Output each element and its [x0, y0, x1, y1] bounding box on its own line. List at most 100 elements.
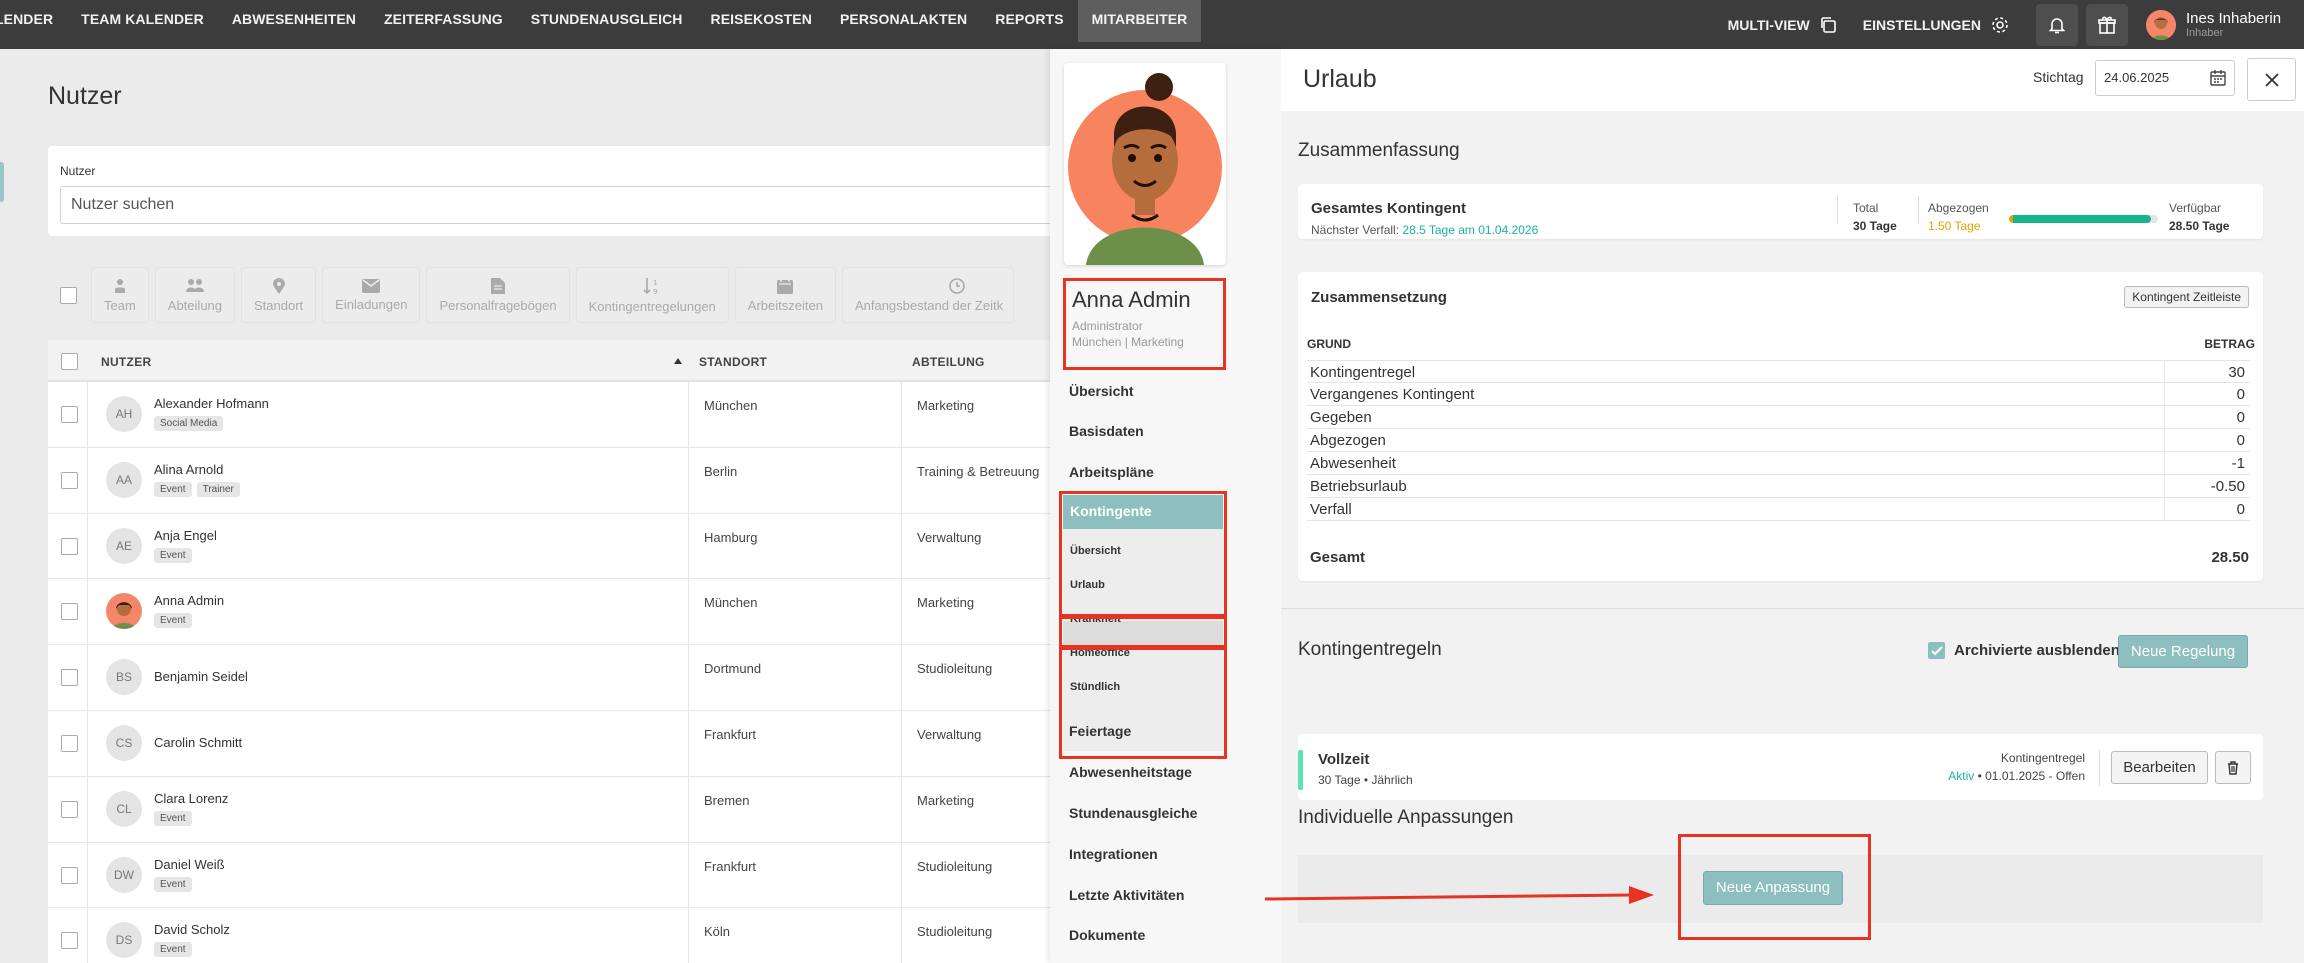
user-name[interactable]: Alexander Hofmann	[154, 396, 269, 411]
menu-uebersicht[interactable]: Übersicht	[1069, 383, 1134, 399]
table-row[interactable]: CS Carolin Schmitt Frankfurt Verwaltung	[48, 710, 1058, 777]
row-checkbox[interactable]	[61, 406, 78, 423]
menu-letzte-aktivitaeten[interactable]: Letzte Aktivitäten	[1069, 887, 1184, 903]
archivierte-label[interactable]: Archivierte ausblenden	[1954, 642, 2120, 659]
filter-einladungen-label: Einladungen	[335, 296, 408, 312]
select-all-checkbox[interactable]	[60, 286, 77, 304]
kontingent-zeitleiste-button[interactable]: Kontingent Zeitleiste	[2124, 286, 2249, 308]
column-divider	[688, 645, 689, 710]
filter-team[interactable]: Team	[91, 267, 149, 323]
notifications-button[interactable]	[2036, 3, 2078, 46]
row-checkbox[interactable]	[61, 800, 78, 818]
header-checkbox[interactable]	[61, 353, 78, 370]
col-nutzer[interactable]: NUTZER	[101, 355, 151, 369]
user-tags: Event	[154, 547, 197, 563]
sort-asc-icon[interactable]	[674, 358, 682, 364]
stichtag-value: 24.06.2025	[2104, 70, 2170, 85]
menu-stundenausgleiche[interactable]: Stundenausgleiche	[1069, 805, 1197, 821]
calendar-icon[interactable]	[2210, 70, 2226, 86]
table-row[interactable]: CL Clara Lorenz Event Bremen Marketing	[48, 776, 1058, 843]
highlight-urlaub	[1059, 614, 1227, 648]
column-divider	[901, 645, 902, 710]
nav-zeiterfassung[interactable]: ZEITERFASSUNG	[370, 0, 517, 42]
filter-einladungen[interactable]: Einladungen	[322, 267, 421, 323]
user-name[interactable]: Clara Lorenz	[154, 791, 228, 806]
nav-team-kalender[interactable]: TEAM KALENDER	[67, 0, 218, 42]
table-row[interactable]: AH Alexander Hofmann Social Media Münche…	[48, 382, 1058, 448]
user-name[interactable]: Benjamin Seidel	[154, 669, 248, 684]
adjust-title: Individuelle Anpassungen	[1298, 807, 1514, 828]
row-checkbox[interactable]	[61, 734, 78, 752]
nav-reports[interactable]: REPORTS	[981, 0, 1077, 42]
column-divider	[688, 447, 689, 513]
table-row[interactable]: AA Alina Arnold Event Trainer Berlin Trai…	[48, 447, 1058, 514]
search-input[interactable]: Nutzer suchen	[60, 186, 1070, 224]
map-pin-icon	[272, 277, 285, 294]
menu-integrationen[interactable]: Integrationen	[1069, 846, 1158, 862]
column-divider	[87, 645, 88, 710]
filter-anfangsbestand[interactable]: Anfangsbestand der Zeitk	[841, 267, 1014, 323]
filter-kontingentregelungen[interactable]: 1 9 Kontingentregelungen	[575, 267, 729, 323]
menu-dokumente[interactable]: Dokumente	[1069, 927, 1145, 943]
page-title: Nutzer	[48, 82, 122, 110]
col-abteilung[interactable]: ABTEILUNG	[912, 355, 985, 369]
row-checkbox[interactable]	[61, 932, 78, 950]
gesamt-value: 28.50	[2211, 549, 2249, 566]
user-tags: Social Media	[154, 416, 228, 431]
filter-abteilung[interactable]: Abteilung	[154, 267, 236, 323]
table-row[interactable]: AE Anja Engel Event Hamburg Verwaltung	[48, 513, 1058, 580]
neue-regelung-button[interactable]: Neue Regelung	[2118, 635, 2248, 668]
verfuegbar-label: Verfügbar	[2169, 201, 2222, 215]
nav-stundenausgleich[interactable]: STUNDENAUSGLEICH	[517, 0, 697, 42]
user-name[interactable]: Carolin Schmitt	[154, 735, 242, 750]
user-name[interactable]: Anna Admin	[154, 593, 224, 608]
settings-button[interactable]: EINSTELLUNGEN	[1863, 15, 2010, 35]
row-checkbox[interactable]	[61, 537, 78, 555]
rule-sub: 30 Tage • Jährlich	[1318, 773, 1413, 787]
left-edge-tab[interactable]	[0, 162, 4, 202]
panel-header: Urlaub Stichtag 24.06.2025	[1281, 49, 2304, 111]
nav-abwesenheiten[interactable]: ABWESENHEITEN	[218, 0, 370, 42]
menu-feiertage[interactable]: Feiertage	[1069, 723, 1131, 739]
archivierte-checkbox[interactable]	[1928, 642, 1945, 659]
filter-standort[interactable]: Standort	[241, 267, 317, 323]
table-row[interactable]: BS Benjamin Seidel Dortmund Studioleitun…	[48, 645, 1058, 711]
nav-mitarbeiter[interactable]: MITARBEITER	[1077, 0, 1202, 42]
close-button[interactable]	[2247, 58, 2296, 101]
menu-basisdaten[interactable]: Basisdaten	[1069, 423, 1144, 439]
row-checkbox[interactable]	[61, 866, 78, 884]
user-name[interactable]: Anja Engel	[154, 528, 217, 543]
table-row[interactable]: DW Daniel Weiß Event Frankfurt Studiolei…	[48, 842, 1058, 909]
users-table: NUTZER STANDORT ABTEILUNG AH Alexander H…	[48, 340, 1058, 963]
row-checkbox[interactable]	[61, 603, 78, 621]
filter-standort-label: Standort	[254, 297, 304, 313]
menu-arbeitsplaene[interactable]: Arbeitspläne	[1069, 464, 1154, 480]
filter-arbeitszeiten[interactable]: Arbeitszeiten	[734, 267, 836, 323]
nav-kalender[interactable]: LENDER	[0, 0, 67, 42]
row-checkbox[interactable]	[61, 471, 78, 489]
row-checkbox[interactable]	[61, 669, 78, 687]
nav-reisekosten[interactable]: REISEKOSTEN	[697, 0, 826, 42]
group-icon	[185, 278, 204, 292]
table-row[interactable]: DS David Scholz Event Köln Studioleitung	[48, 908, 1058, 963]
gift-button[interactable]	[2086, 3, 2128, 46]
user-name[interactable]: Daniel Weiß	[154, 857, 225, 872]
user-menu[interactable]: Ines Inhaberin Inhaber	[2136, 4, 2304, 46]
nav-personalakten[interactable]: PERSONALAKTEN	[826, 0, 981, 42]
user-name[interactable]: Alina Arnold	[154, 462, 223, 477]
multi-view-button[interactable]: MULTI-VIEW	[1728, 16, 1837, 34]
person-icon	[114, 278, 125, 293]
user-name[interactable]: David Scholz	[154, 922, 230, 937]
col-standort[interactable]: STANDORT	[699, 355, 767, 369]
filter-personalfrageboegen[interactable]: Personalfragebögen	[426, 267, 570, 323]
table-row[interactable]: Anna Admin Event München Marketing	[48, 579, 1058, 646]
user-tags: Event	[154, 876, 197, 892]
stichtag-date-input[interactable]: 24.06.2025	[2095, 60, 2235, 96]
rule-period: • 01.01.2025 - Offen	[1974, 769, 2085, 783]
menu-abwesenheitstage[interactable]: Abwesenheitstage	[1069, 764, 1192, 780]
bell-icon	[2048, 17, 2066, 33]
highlight-neue-anpassung	[1678, 834, 1871, 940]
delete-button[interactable]	[2215, 751, 2251, 784]
clock-icon	[949, 277, 965, 294]
bearbeiten-button[interactable]: Bearbeiten	[2111, 751, 2208, 784]
